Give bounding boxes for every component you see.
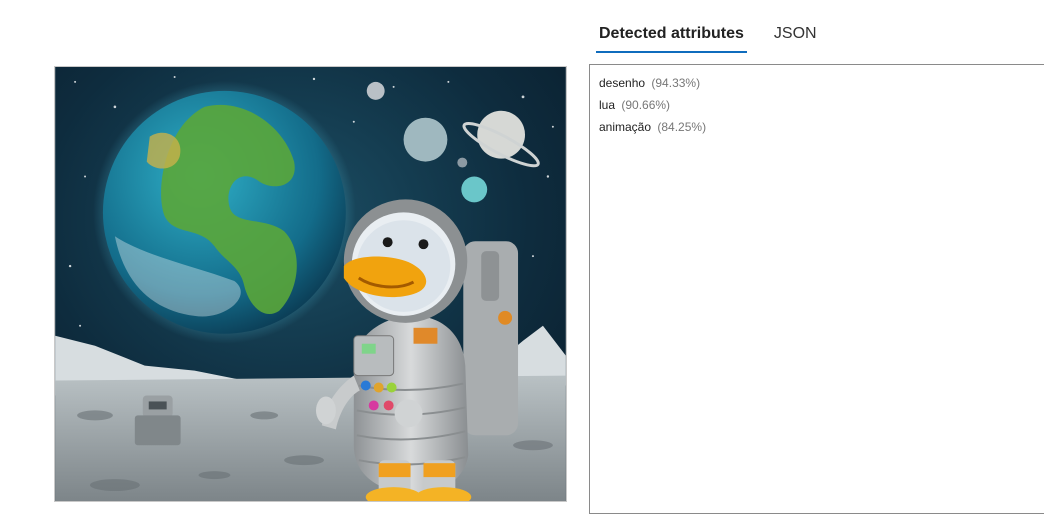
tiny-planet bbox=[457, 157, 468, 168]
analyzed-image bbox=[54, 66, 567, 502]
attribute-name: desenho bbox=[599, 76, 646, 90]
teal-planet bbox=[461, 176, 488, 203]
attribute-confidence: (90.66%) bbox=[621, 98, 671, 112]
detected-attributes-panel[interactable]: desenho (94.33%) lua (90.66%) animação (… bbox=[589, 64, 1044, 514]
attribute-row: animação (84.25%) bbox=[599, 116, 1044, 138]
attribute-confidence: (94.33%) bbox=[651, 76, 701, 90]
attribute-name: animação bbox=[599, 120, 652, 134]
attribute-confidence: (84.25%) bbox=[657, 120, 707, 134]
attribute-name: lua bbox=[599, 98, 616, 112]
earth-planet bbox=[102, 90, 346, 334]
attribute-row: desenho (94.33%) bbox=[599, 72, 1044, 94]
tab-detected-attributes[interactable]: Detected attributes bbox=[596, 18, 747, 53]
attribute-row: lua (90.66%) bbox=[599, 94, 1044, 116]
small-moon bbox=[366, 81, 385, 100]
tab-json[interactable]: JSON bbox=[771, 18, 820, 53]
result-tabs: Detected attributes JSON bbox=[596, 18, 820, 54]
grey-planet bbox=[403, 117, 448, 162]
